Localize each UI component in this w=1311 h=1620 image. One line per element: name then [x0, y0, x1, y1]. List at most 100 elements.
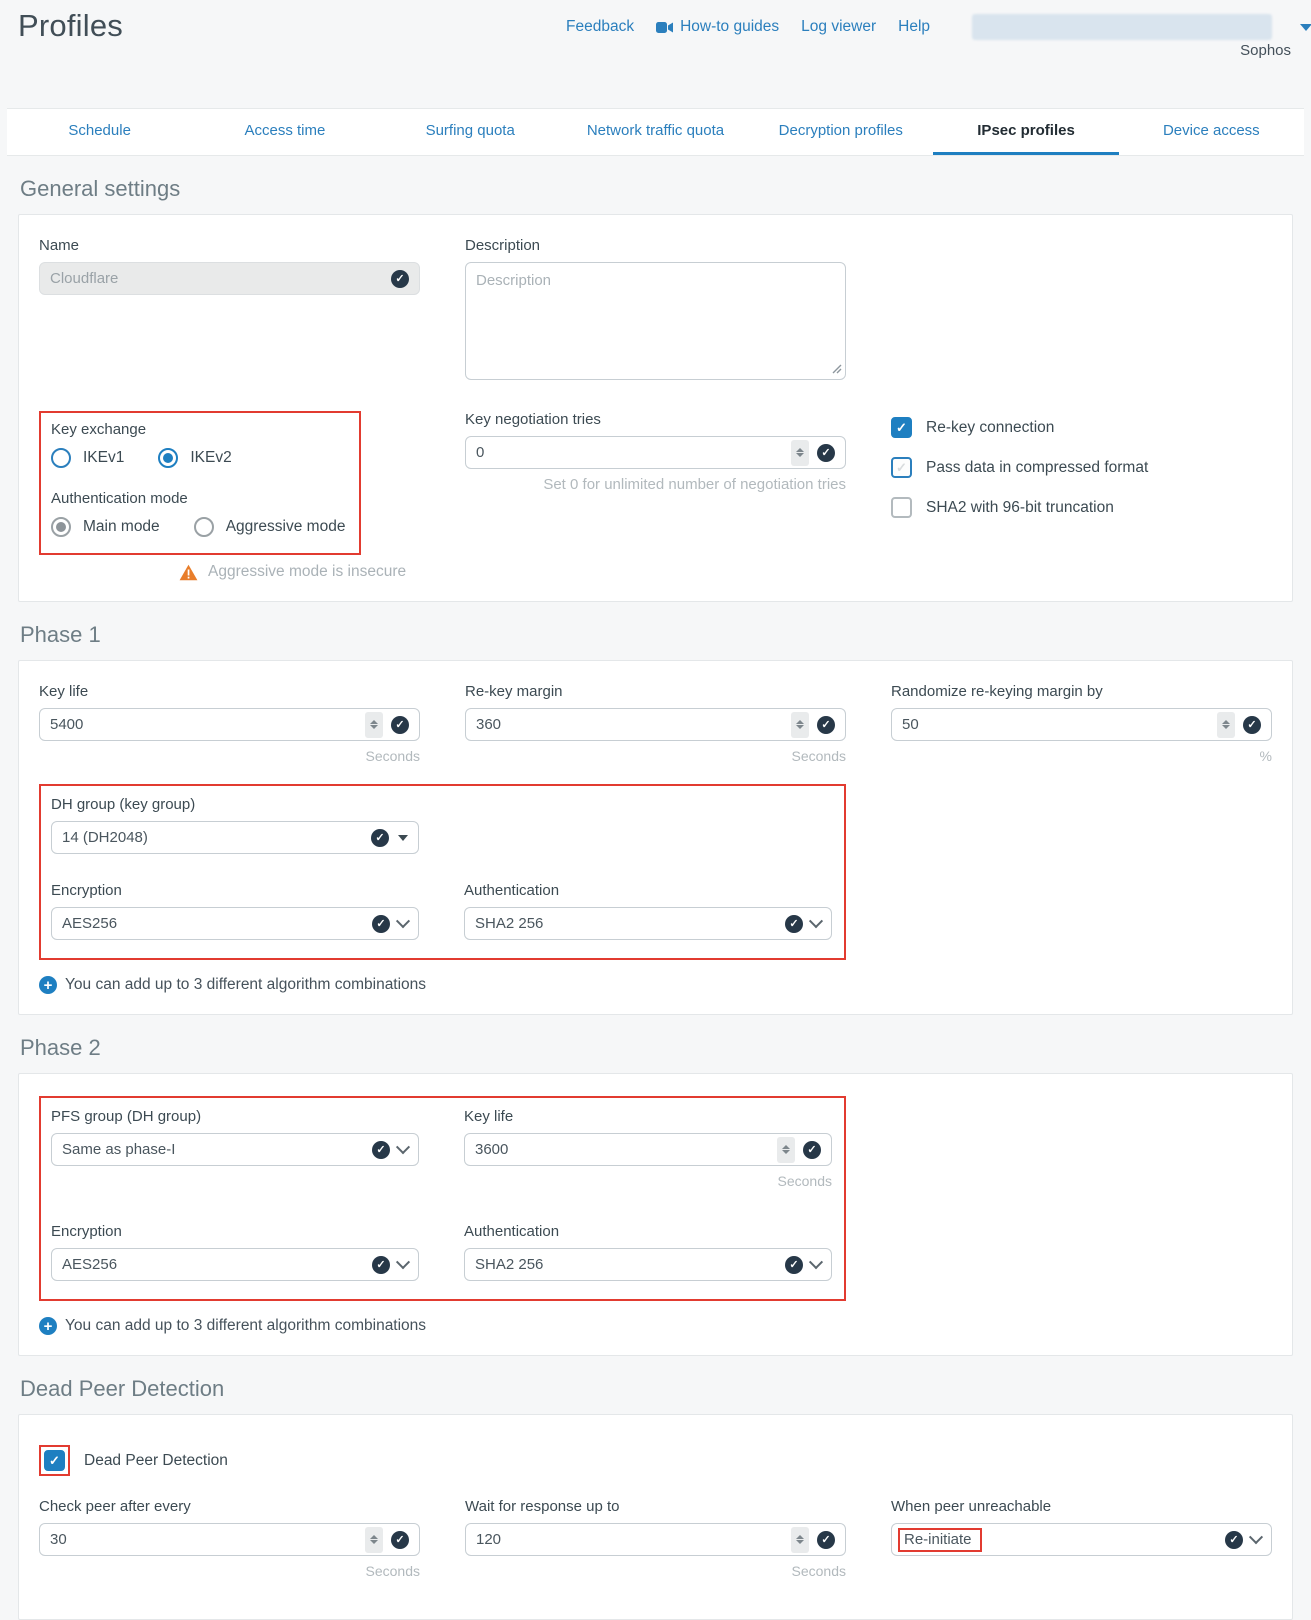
phase2-authentication-group: Authentication SHA2 256 ✓: [464, 1223, 832, 1281]
phase1-dhgroup-label: DH group (key group): [51, 796, 419, 813]
help-link[interactable]: Help: [898, 18, 930, 36]
chevron-down-icon: [809, 914, 823, 928]
phase1-keylife-label: Key life: [39, 683, 420, 700]
stepper-arrows-icon[interactable]: [791, 712, 809, 738]
phase1-authentication-select[interactable]: SHA2 256 ✓: [464, 907, 832, 940]
phase1-rekey-margin-unit: Seconds: [465, 748, 846, 764]
description-label: Description: [465, 237, 846, 254]
tab-decryption-profiles[interactable]: Decryption profiles: [748, 109, 933, 155]
phase1-keylife-unit: Seconds: [39, 748, 420, 764]
radio-ikev1-icon: [51, 448, 71, 468]
chevron-down-icon: [396, 1255, 410, 1269]
feedback-label: Feedback: [566, 18, 634, 36]
account-name-redacted[interactable]: [972, 14, 1272, 40]
chevron-down-icon: [1249, 1530, 1263, 1544]
valid-check-icon: ✓: [817, 444, 835, 462]
phase1-add-note-text: You can add up to 3 different algorithm …: [65, 976, 426, 994]
key-negotiation-hint: Set 0 for unlimited number of negotiatio…: [465, 476, 846, 493]
general-settings-heading: General settings: [20, 176, 1311, 202]
phase1-add-combination[interactable]: + You can add up to 3 different algorith…: [39, 976, 1272, 994]
howto-guides-link[interactable]: How-to guides: [656, 18, 779, 36]
key-negotiation-field-group: Key negotiation tries ✓ Set 0 for unlimi…: [465, 411, 846, 581]
compressed-format-checkbox[interactable]: ✓ Pass data in compressed format: [891, 457, 1272, 478]
phase2-panel: PFS group (DH group) Same as phase-I ✓ K…: [18, 1073, 1293, 1356]
key-exchange-column: Key exchange IKEv1 IKEv2 Authentication …: [39, 411, 420, 581]
account-dropdown-caret-icon[interactable]: [1300, 24, 1311, 31]
phase1-encryption-label: Encryption: [51, 882, 419, 899]
description-textarea[interactable]: [465, 262, 846, 380]
checkbox-disabled-icon: [891, 497, 912, 518]
radio-main-mode-label: Main mode: [83, 518, 160, 536]
radio-main-mode[interactable]: Main mode: [51, 517, 160, 537]
phase1-keylife-input[interactable]: [50, 716, 357, 733]
phase2-pfsgroup-value: Same as phase-I: [62, 1141, 364, 1158]
phase2-encryption-select[interactable]: AES256 ✓: [51, 1248, 419, 1281]
phase1-encryption-value: AES256: [62, 915, 364, 932]
phase2-pfsgroup-group: PFS group (DH group) Same as phase-I ✓: [51, 1108, 419, 1189]
dpd-checkpeer-group: Check peer after every ✓ Seconds: [39, 1498, 420, 1579]
phase2-keylife-input[interactable]: [475, 1141, 769, 1158]
dropdown-caret-icon: [398, 835, 408, 841]
dpd-checkpeer-input-wrap: ✓: [39, 1523, 420, 1556]
dpd-toggle-label: Dead Peer Detection: [84, 1452, 228, 1470]
phase2-authentication-select[interactable]: SHA2 256 ✓: [464, 1248, 832, 1281]
phase1-authentication-group: Authentication SHA2 256 ✓: [464, 882, 832, 940]
stepper-arrows-icon[interactable]: [791, 440, 809, 466]
phase2-add-combination[interactable]: + You can add up to 3 different algorith…: [39, 1317, 1272, 1335]
phase2-pfsgroup-select[interactable]: Same as phase-I ✓: [51, 1133, 419, 1166]
valid-check-icon: ✓: [372, 1256, 390, 1274]
dpd-wait-input[interactable]: [476, 1531, 783, 1548]
tab-access-time[interactable]: Access time: [192, 109, 377, 155]
valid-check-icon: ✓: [1225, 1531, 1243, 1549]
checkbox-unchecked-icon: ✓: [891, 457, 912, 478]
radio-aggressive-mode[interactable]: Aggressive mode: [194, 517, 346, 537]
phase1-dhgroup-group: DH group (key group) 14 (DH2048) ✓: [51, 796, 419, 854]
phase2-heading: Phase 2: [20, 1035, 1311, 1061]
phase1-dhgroup-value: 14 (DH2048): [62, 829, 363, 846]
log-viewer-link[interactable]: Log viewer: [801, 18, 876, 36]
phase1-rekey-margin-group: Re-key margin ✓ Seconds: [465, 683, 846, 764]
valid-check-icon: ✓: [785, 1256, 803, 1274]
dpd-heading: Dead Peer Detection: [20, 1376, 1311, 1402]
tab-device-access[interactable]: Device access: [1119, 109, 1304, 155]
phase1-rekey-margin-input[interactable]: [476, 716, 783, 733]
sha2-truncation-checkbox[interactable]: SHA2 with 96-bit truncation: [891, 497, 1272, 518]
radio-ikev2[interactable]: IKEv2: [158, 448, 231, 468]
tab-surfing-quota[interactable]: Surfing quota: [378, 109, 563, 155]
radio-ikev2-icon: [158, 448, 178, 468]
phase1-encryption-select[interactable]: AES256 ✓: [51, 907, 419, 940]
phase1-heading: Phase 1: [20, 622, 1311, 648]
radio-ikev1[interactable]: IKEv1: [51, 448, 124, 468]
tab-network-traffic-quota[interactable]: Network traffic quota: [563, 109, 748, 155]
stepper-arrows-icon[interactable]: [365, 712, 383, 738]
dpd-unreachable-select[interactable]: Re-initiate ✓: [891, 1523, 1272, 1556]
compressed-format-label: Pass data in compressed format: [926, 459, 1148, 477]
log-viewer-label: Log viewer: [801, 18, 876, 36]
dpd-wait-unit: Seconds: [465, 1563, 846, 1579]
phase1-panel: Key life ✓ Seconds Re-key margin ✓ Secon…: [18, 660, 1293, 1015]
phase1-authentication-value: SHA2 256: [475, 915, 777, 932]
phase1-randomize-input[interactable]: [902, 716, 1209, 733]
description-field-group: Description: [465, 237, 846, 385]
phase2-encryption-group: Encryption AES256 ✓: [51, 1223, 419, 1281]
dpd-checkbox[interactable]: ✓: [44, 1450, 65, 1471]
stepper-arrows-icon[interactable]: [777, 1137, 795, 1163]
radio-aggressive-mode-label: Aggressive mode: [226, 518, 346, 536]
phase2-pfsgroup-label: PFS group (DH group): [51, 1108, 419, 1125]
stepper-arrows-icon[interactable]: [365, 1527, 383, 1553]
dpd-checkpeer-input[interactable]: [50, 1531, 357, 1548]
phase1-dhgroup-select[interactable]: 14 (DH2048) ✓: [51, 821, 419, 854]
key-negotiation-input[interactable]: [476, 444, 783, 461]
key-negotiation-input-wrap: ✓: [465, 436, 846, 469]
stepper-arrows-icon[interactable]: [791, 1527, 809, 1553]
tab-ipsec-profiles[interactable]: IPsec profiles: [933, 109, 1118, 155]
tab-schedule[interactable]: Schedule: [7, 109, 192, 155]
name-input[interactable]: [50, 270, 383, 287]
rekey-connection-checkbox[interactable]: ✓ Re-key connection: [891, 417, 1272, 438]
phase1-randomize-unit: %: [891, 748, 1272, 764]
chevron-down-icon: [396, 914, 410, 928]
feedback-link[interactable]: Feedback: [566, 18, 634, 36]
phase2-authentication-value: SHA2 256: [475, 1256, 777, 1273]
aggressive-mode-warning: Aggressive mode is insecure: [179, 563, 420, 581]
stepper-arrows-icon[interactable]: [1217, 712, 1235, 738]
